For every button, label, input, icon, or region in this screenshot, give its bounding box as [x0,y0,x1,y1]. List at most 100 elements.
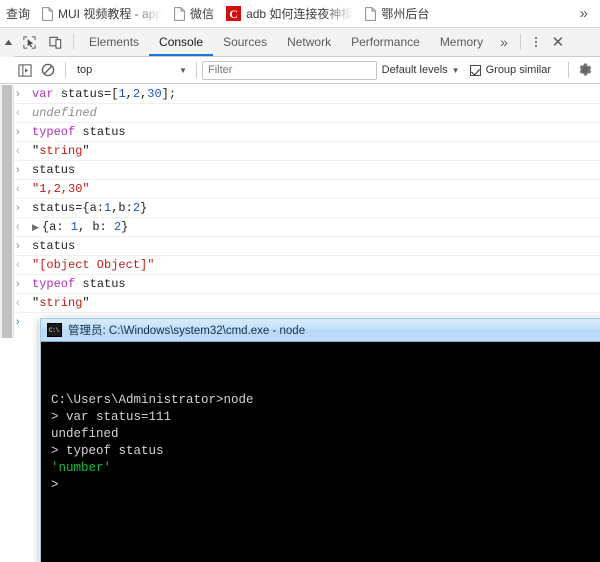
page-scrollbar-thumb[interactable] [2,85,12,338]
tab-elements[interactable]: Elements [79,28,149,56]
bookmarks-bar: 查询 MUI 视频教程 - app 微信 Cadb 如何连接夜神模 鄂州后台 » [0,0,600,28]
token: string [39,144,83,158]
token: 2 [132,87,141,101]
bookmark-item-0[interactable]: 查询 [0,3,36,25]
token: status [32,239,76,253]
token: } [140,201,148,215]
cmd-line: > [51,478,59,492]
log-levels-dropdown[interactable]: Default levels ▼ [382,64,460,76]
console-input-row: › status [0,237,600,256]
console-row-text: status={a:1,b:2} [32,199,147,217]
execution-context-select[interactable]: top ▼ [71,61,191,80]
token: ]; [161,87,177,101]
more-options-icon[interactable] [526,28,546,57]
tab-memory[interactable]: Memory [430,28,493,56]
collapse-icon[interactable] [0,28,16,57]
token: "1,2,30" [32,182,90,196]
token: var [32,87,61,101]
console-output-row: ‹ undefined [0,104,600,123]
group-similar-checkbox[interactable] [469,64,481,76]
token: typeof [32,277,83,291]
tab-network[interactable]: Network [277,28,341,56]
token: ,b: [111,201,133,215]
more-tabs-button[interactable]: » [493,34,515,50]
bookmark-item-4[interactable]: 鄂州后台 [359,3,435,25]
input-marker-icon: › [16,88,20,100]
cmd-line: C:\Users\Administrator>node [51,393,254,407]
token: status [82,125,126,139]
console-row-text: undefined [32,104,97,122]
output-marker-icon: ‹ [16,107,20,119]
execution-context-value: top [77,64,93,76]
inspect-element-icon[interactable] [16,28,42,57]
token: =[ [104,87,119,101]
console-output-row: ‹ "string" [0,294,600,313]
page-icon [365,6,377,21]
console-filterbar: top ▼ Default levels ▼ Group similar [0,57,600,84]
cmd-line: undefined [51,427,119,441]
cmd-titlebar[interactable]: 管理员: C:\Windows\system32\cmd.exe - node [41,319,600,342]
cmd-terminal-output[interactable]: C:\Users\Administrator>node > var status=… [45,346,600,562]
cmd-window[interactable]: 管理员: C:\Windows\system32\cmd.exe - node … [40,318,600,562]
token: status={a: [32,201,105,215]
close-devtools-button[interactable]: ✕ [546,28,570,57]
tab-sources[interactable]: Sources [213,28,277,56]
clear-console-icon[interactable] [36,57,60,84]
bookmark-item-1[interactable]: MUI 视频教程 - app [36,3,168,25]
group-similar-toggle[interactable]: Group similar [469,64,551,76]
input-marker-icon: › [16,202,20,214]
console-row-text: status [32,237,75,255]
device-toolbar-icon[interactable] [42,28,68,57]
token: undefined [32,106,97,120]
console-row-text: typeof status [32,275,126,293]
token: status [82,277,126,291]
console-input-row: › status [0,161,600,180]
console-row-text: var status=[1,2,30]; [32,85,176,103]
token: "[object Object]" [32,258,155,272]
token: string [39,296,83,310]
tab-performance[interactable]: Performance [341,28,430,56]
token: 2 [132,201,141,215]
output-marker-icon: ‹ [16,183,20,195]
tab-console[interactable]: Console [149,28,213,56]
cmd-line: > typeof status [51,444,164,458]
console-row-text: typeof status [32,123,126,141]
token: , [125,87,133,101]
console-input-row: › status={a:1,b:2} [0,199,600,218]
bookmark-item-3[interactable]: Cadb 如何连接夜神模 [220,3,359,25]
console-row-text: "1,2,30" [32,180,90,198]
bookmarks-overflow-button[interactable]: » [574,4,594,24]
input-marker-icon: › [16,126,20,138]
console-input-row: › typeof status [0,275,600,294]
console-output-row: ‹ "string" [0,142,600,161]
console-output-row: ‹ ▶ {a: 1, b: 2} [0,218,600,237]
gear-icon[interactable] [574,57,596,84]
console-sidebar-icon[interactable] [14,57,36,84]
output-marker-icon: ‹ [16,297,20,309]
token: status [32,163,76,177]
toolbar-divider-2 [519,34,521,50]
cmd-window-title: 管理员: C:\Windows\system32\cmd.exe - node [68,325,306,337]
token: 1 [118,87,126,101]
filterbar-divider [65,62,66,78]
toolbar-divider [73,34,74,50]
console-filter-input[interactable] [202,60,377,80]
input-marker-icon: › [16,278,20,290]
bookmark-label: 鄂州后台 [381,6,430,21]
token: 30 [147,87,162,101]
token: status [60,87,105,101]
console-row-text: "[object Object]" [32,256,154,274]
output-marker-icon: ‹ [16,259,20,271]
input-marker-icon: › [16,164,20,176]
token: " [82,296,90,310]
bookmark-item-2[interactable]: 微信 [168,3,220,25]
page-scrollbar[interactable] [0,85,14,338]
expand-object-icon[interactable]: ▶ [32,223,39,233]
console-row-text: "string" [32,142,90,160]
token: {a: [41,220,71,234]
console-output-row: ‹ "1,2,30" [0,180,600,199]
bookmark-label: MUI 视频教程 - app [58,6,163,21]
cmd-console-icon [47,323,62,337]
chevron-down-icon-levels: ▼ [451,65,460,75]
token: 1 [70,220,78,234]
